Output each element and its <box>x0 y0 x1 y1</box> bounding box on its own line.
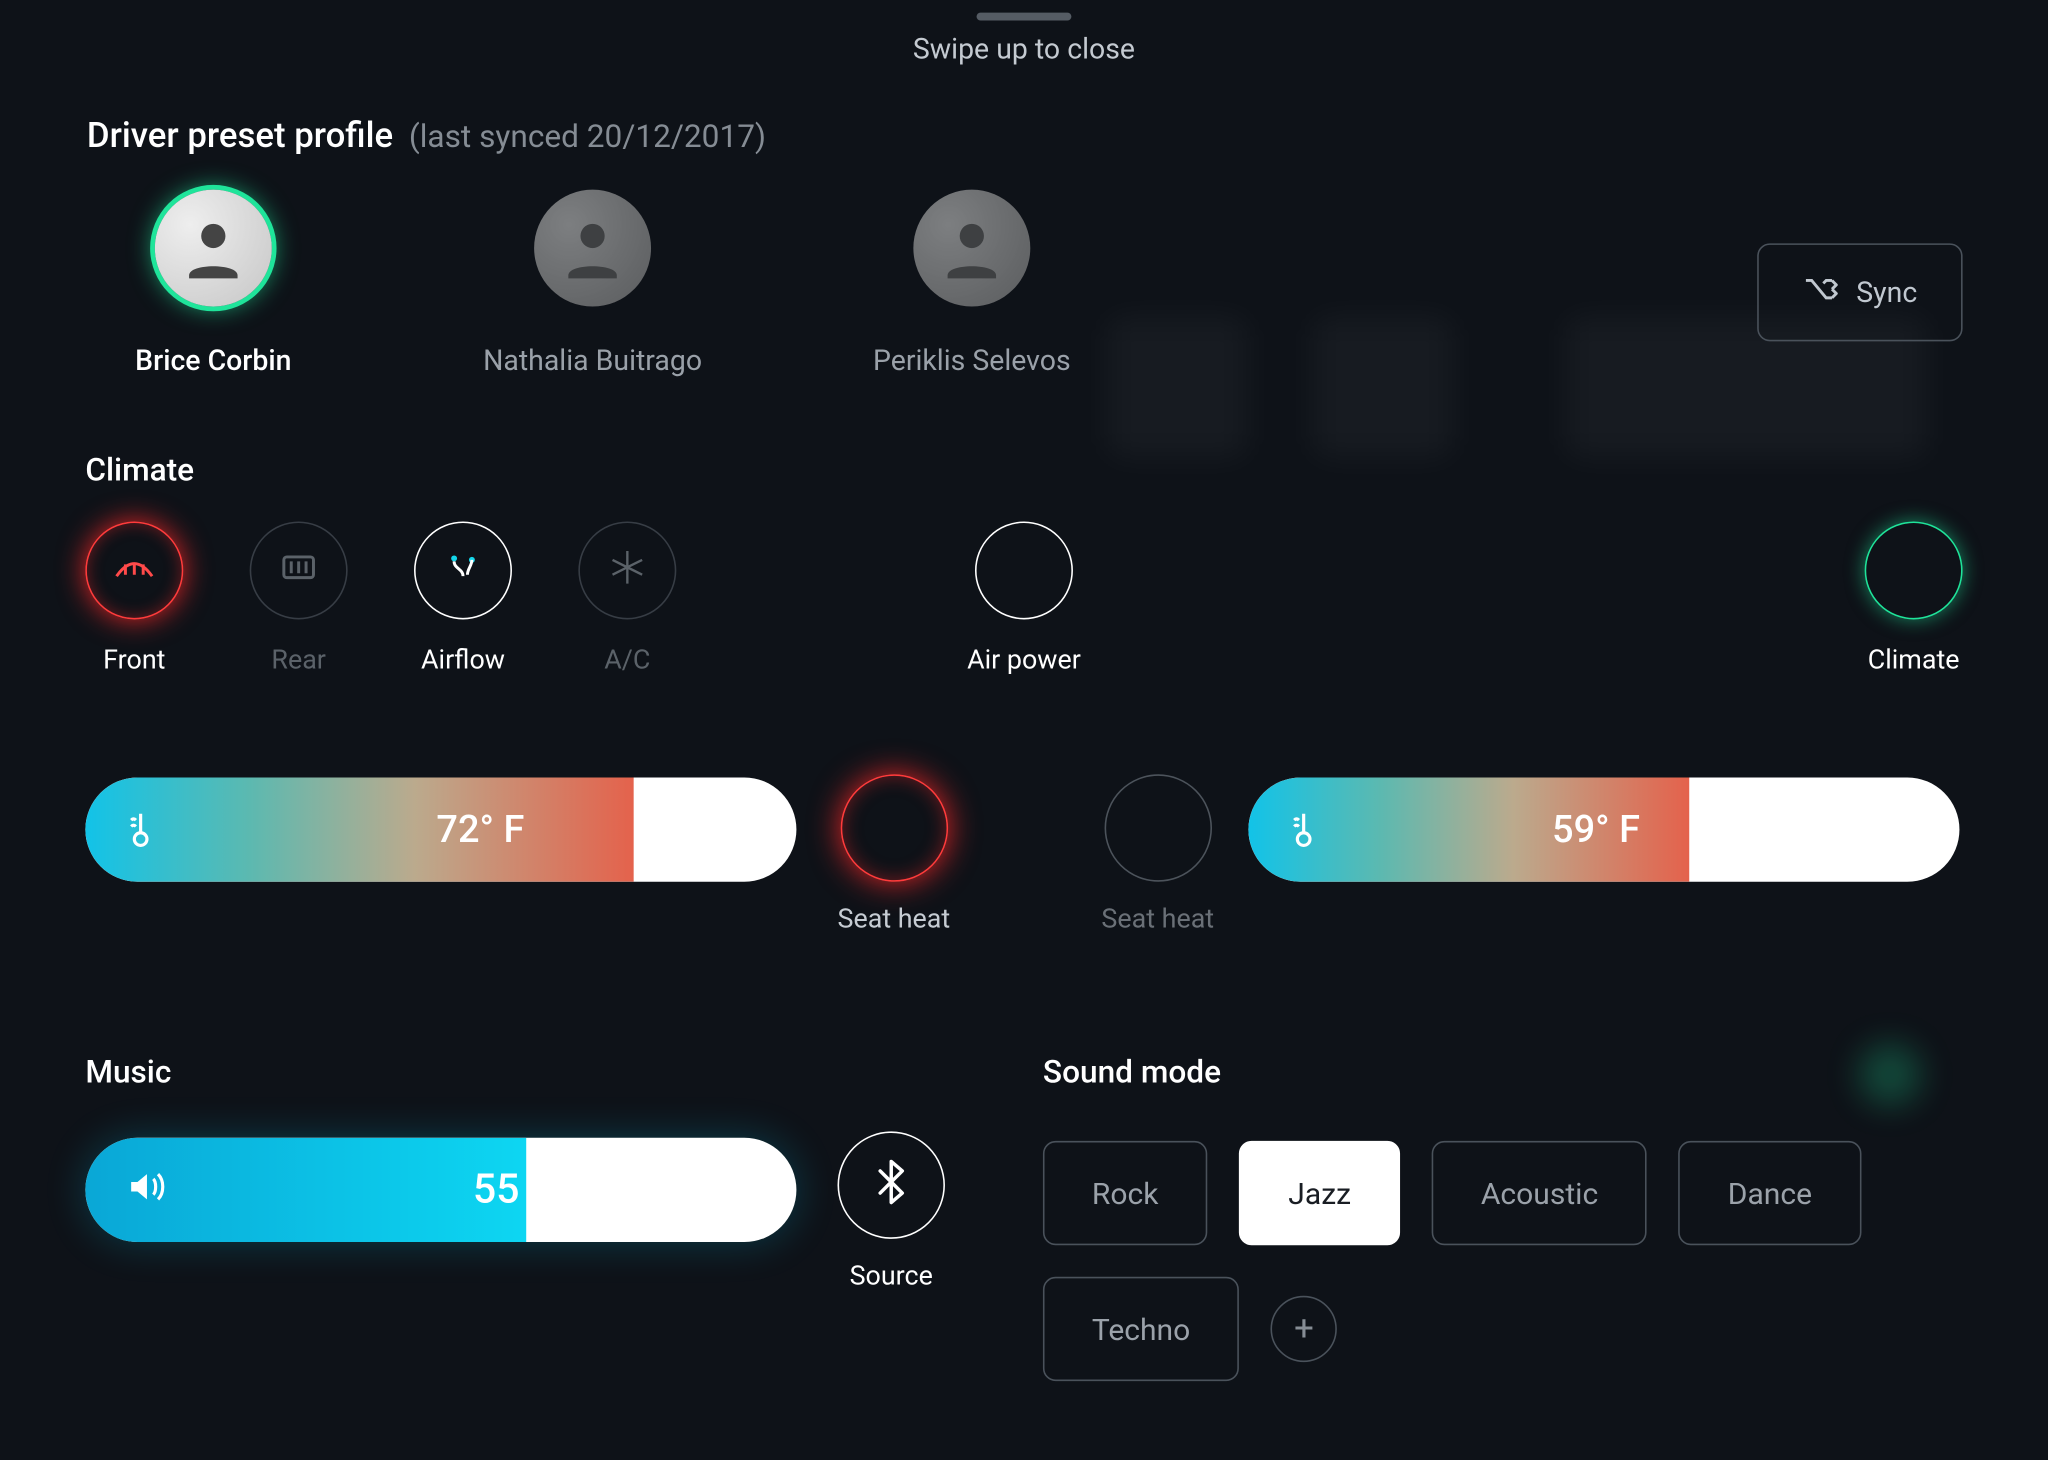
drag-handle[interactable] <box>977 13 1072 21</box>
sync-button-label: Sync <box>1856 276 1917 309</box>
preset-synced-note: (last synced 20/12/2017) <box>409 117 766 155</box>
swipe-hint-label: Swipe up to close <box>913 33 1135 66</box>
plus-icon: + <box>1294 1309 1314 1349</box>
defrost-front-button[interactable]: Front <box>85 521 183 676</box>
avatar <box>913 190 1030 307</box>
climate-power-button[interactable]: Climate <box>1865 521 1963 676</box>
avatar <box>534 190 651 307</box>
source-label: Source <box>850 1261 933 1293</box>
seat-heat-right-button[interactable]: Seat heat <box>1101 774 1214 935</box>
temp-right-value: 59° F <box>1552 807 1640 851</box>
airflow-label: Airflow <box>421 645 505 677</box>
defrost-front-icon <box>111 544 158 598</box>
ac-label: A/C <box>604 645 650 677</box>
avatar <box>155 190 272 307</box>
seat-heat-right-label: Seat heat <box>1101 904 1214 936</box>
preset-title: Driver preset profile <box>87 117 393 157</box>
snowflake-icon <box>604 544 651 598</box>
seat-heat-left-button[interactable]: Seat heat <box>838 774 951 935</box>
mode-label: Rock <box>1092 1175 1159 1211</box>
mode-dance[interactable]: Dance <box>1679 1141 1861 1245</box>
mode-label: Jazz <box>1288 1175 1351 1211</box>
music-section-label: Music <box>85 1052 171 1090</box>
mode-label: Techno <box>1092 1311 1190 1347</box>
mode-acoustic[interactable]: Acoustic <box>1432 1141 1647 1245</box>
profile-nathalia[interactable]: Nathalia Buitrago <box>466 190 719 378</box>
thermometer-icon <box>1283 809 1324 850</box>
sync-button[interactable]: Sync <box>1757 243 1962 341</box>
source-button[interactable]: Source <box>838 1131 945 1292</box>
mode-label: Acoustic <box>1481 1175 1598 1211</box>
temp-left-slider[interactable]: 72° F <box>85 777 796 881</box>
volume-value: 55 <box>473 1166 520 1213</box>
profile-name: Nathalia Buitrago <box>483 344 702 377</box>
thermometer-icon <box>120 809 161 850</box>
climate-section-label: Climate <box>85 450 194 488</box>
air-power-label: Air power <box>967 645 1081 677</box>
profile-name: Brice Corbin <box>135 344 291 377</box>
mode-rock[interactable]: Rock <box>1043 1141 1208 1245</box>
temp-left-value: 72° F <box>436 807 524 851</box>
volume-icon <box>126 1166 167 1213</box>
mode-add-button[interactable]: + <box>1271 1296 1337 1362</box>
climate-power-label: Climate <box>1868 645 1960 677</box>
defrost-rear-icon <box>275 544 322 598</box>
defrost-front-label: Front <box>103 645 165 677</box>
shuffle-icon <box>1803 274 1838 310</box>
airflow-icon <box>439 544 486 598</box>
seat-heat-left-label: Seat heat <box>838 904 951 936</box>
volume-slider[interactable]: 55 <box>85 1138 796 1242</box>
temp-right-slider[interactable]: 59° F <box>1248 777 1959 881</box>
mode-jazz[interactable]: Jazz <box>1239 1141 1400 1245</box>
profile-name: Periklis Selevos <box>873 344 1071 377</box>
sound-section-label: Sound mode <box>1043 1052 1221 1090</box>
mode-label: Dance <box>1728 1175 1812 1211</box>
ac-button[interactable]: A/C <box>578 521 676 676</box>
airflow-button[interactable]: Airflow <box>414 521 512 676</box>
profile-brice[interactable]: Brice Corbin <box>87 190 340 378</box>
defrost-rear-button[interactable]: Rear <box>250 521 348 676</box>
profile-periklis[interactable]: Periklis Selevos <box>845 190 1098 378</box>
air-power-button[interactable]: Air power <box>967 521 1081 676</box>
defrost-rear-label: Rear <box>271 645 326 677</box>
bluetooth-icon <box>871 1158 912 1212</box>
mode-techno[interactable]: Techno <box>1043 1277 1239 1381</box>
